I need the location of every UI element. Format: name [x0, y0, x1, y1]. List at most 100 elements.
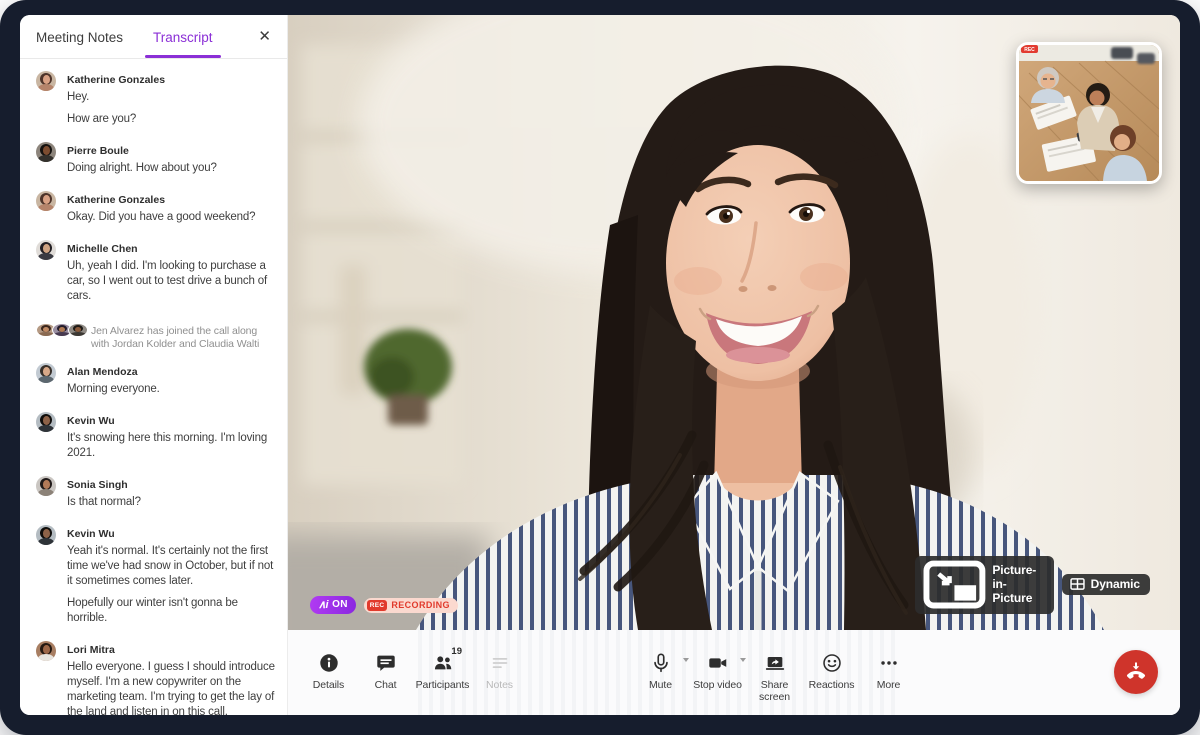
system-entry: Jen Alvarez has joined the call along wi…	[20, 311, 287, 355]
stop-video-button[interactable]: Stop video	[689, 650, 746, 705]
av-face	[43, 146, 50, 154]
av-face	[43, 416, 50, 424]
transcript-entry: Lori Mitra Hello everyone. I guess I sho…	[20, 633, 287, 715]
message-line: How are you?	[67, 112, 275, 127]
avatar	[36, 71, 56, 91]
av-face	[43, 367, 50, 375]
speaker-name: Michelle Chen	[67, 243, 275, 255]
message-line: Uh, yeah I did. I'm looking to purchase …	[67, 259, 275, 304]
details-label: Details	[313, 679, 344, 691]
pip-illustration: REC	[1019, 45, 1159, 181]
av-shirt	[38, 253, 55, 260]
pip-thumbnail-video[interactable]: REC	[1016, 42, 1162, 184]
toolbar-left-group: Details Chat 19 Participants Notes	[300, 650, 528, 693]
tab-meeting-notes[interactable]: Meeting Notes	[36, 16, 123, 58]
transcript-list[interactable]: Katherine Gonzales Hey.How are you? Pier…	[20, 59, 287, 715]
reactions-button[interactable]: Reactions	[803, 650, 860, 705]
message-body: Uh, yeah I did. I'm looking to purchase …	[67, 259, 275, 304]
av-face	[43, 327, 49, 332]
transcript-entry: Alan Mendoza Morning everyone.	[20, 355, 287, 404]
av-face	[43, 480, 50, 488]
view-mode-badges: Picture-in-Picture Dynamic	[915, 556, 1150, 614]
message-line: Hello everyone. I guess I should introdu…	[67, 660, 275, 715]
participants-button[interactable]: 19 Participants	[414, 650, 471, 693]
dynamic-badge-label: Dynamic	[1091, 577, 1140, 591]
close-panel-button[interactable]: ✕	[258, 29, 271, 44]
toolbar-right-group: Mute Stop video Share screen Reactions	[632, 650, 917, 705]
more-label: More	[877, 679, 901, 691]
av-shirt	[38, 425, 55, 432]
avatar	[36, 525, 56, 545]
ai-assistant-badge[interactable]: ∧i ON	[310, 596, 356, 614]
mute-button[interactable]: Mute	[632, 650, 689, 705]
microphone-icon	[650, 652, 672, 674]
speaker-name: Sonia Singh	[67, 479, 275, 491]
reactions-label: Reactions	[809, 679, 855, 691]
picture-in-picture-button[interactable]: Picture-in-Picture	[915, 556, 1053, 614]
main-stage: REC ∧i ON REC RECORDING	[288, 15, 1180, 715]
pip-icon	[923, 559, 986, 610]
transcript-entry: Kevin Wu Yeah it's normal. It's certainl…	[20, 517, 287, 633]
avatar	[36, 191, 56, 211]
av-face	[75, 327, 81, 332]
participants-count-badge: 19	[451, 646, 462, 657]
avatar	[36, 240, 56, 260]
av-shirt	[38, 155, 55, 162]
dynamic-view-button[interactable]: Dynamic	[1062, 574, 1150, 595]
active-speaker-video: REC ∧i ON REC RECORDING	[288, 15, 1180, 630]
message-body: Doing alright. How about you?	[67, 161, 275, 176]
av-shirt	[38, 376, 55, 383]
transcript-entry: Michelle Chen Uh, yeah I did. I'm lookin…	[20, 232, 287, 311]
svg-text:REC: REC	[1024, 47, 1035, 53]
call-toolbar: Details Chat 19 Participants Notes	[288, 630, 1180, 715]
chat-button[interactable]: Chat	[357, 650, 414, 693]
transcript-entry: Pierre Boule Doing alright. How about yo…	[20, 134, 287, 183]
av-shirt	[70, 332, 85, 337]
av-shirt	[38, 654, 55, 661]
av-face	[43, 195, 50, 203]
rec-tag-icon: REC	[367, 600, 388, 611]
transcript-entry: Kevin Wu It's snowing here this morning.…	[20, 404, 287, 468]
speaker-name: Kevin Wu	[67, 415, 275, 427]
av-shirt	[38, 489, 55, 496]
more-dots-icon	[878, 652, 900, 674]
system-avatars	[36, 323, 80, 337]
mini-avatar	[68, 323, 88, 337]
message-line: Doing alright. How about you?	[67, 161, 275, 176]
avatar	[36, 142, 56, 162]
avatar	[36, 641, 56, 661]
recording-badge: REC RECORDING	[364, 598, 458, 613]
end-call-button[interactable]	[1114, 650, 1158, 694]
smiley-icon	[821, 652, 843, 674]
pip-badge-label: Picture-in-Picture	[992, 563, 1043, 605]
share-screen-button[interactable]: Share screen	[746, 650, 803, 705]
more-button[interactable]: More	[860, 650, 917, 705]
av-face	[43, 244, 50, 252]
grid-icon	[1070, 578, 1085, 590]
notes-label: Notes	[486, 679, 513, 691]
end-call-phone-icon	[1124, 660, 1148, 684]
ai-logo-icon: ∧i	[318, 598, 328, 611]
message-line: Is that normal?	[67, 495, 275, 510]
transcript-panel: Meeting Notes Transcript ✕ Katherine Gon…	[20, 15, 288, 715]
chat-icon	[375, 652, 397, 674]
speaker-name: Alan Mendoza	[67, 366, 275, 378]
message-body: Is that normal?	[67, 495, 275, 510]
details-button[interactable]: Details	[300, 650, 357, 693]
avatar	[36, 476, 56, 496]
notes-button[interactable]: Notes	[471, 650, 528, 693]
video-camera-icon	[707, 652, 729, 674]
message-body: Hello everyone. I guess I should introdu…	[67, 660, 275, 715]
transcript-entry: Katherine Gonzales Okay. Did you have a …	[20, 183, 287, 232]
device-frame: Meeting Notes Transcript ✕ Katherine Gon…	[0, 0, 1200, 735]
message-line: Yeah it's normal. It's certainly not the…	[67, 544, 275, 589]
av-face	[43, 75, 50, 83]
tab-transcript[interactable]: Transcript	[153, 16, 213, 58]
avatar	[36, 363, 56, 383]
recording-label: RECORDING	[391, 600, 450, 610]
mute-label: Mute	[649, 679, 672, 691]
message-body: It's snowing here this morning. I'm lovi…	[67, 431, 275, 461]
speaker-name: Katherine Gonzales	[67, 74, 275, 86]
transcript-entry: Sonia Singh Is that normal?	[20, 468, 287, 517]
transcript-entry: Katherine Gonzales Hey.How are you?	[20, 63, 287, 134]
